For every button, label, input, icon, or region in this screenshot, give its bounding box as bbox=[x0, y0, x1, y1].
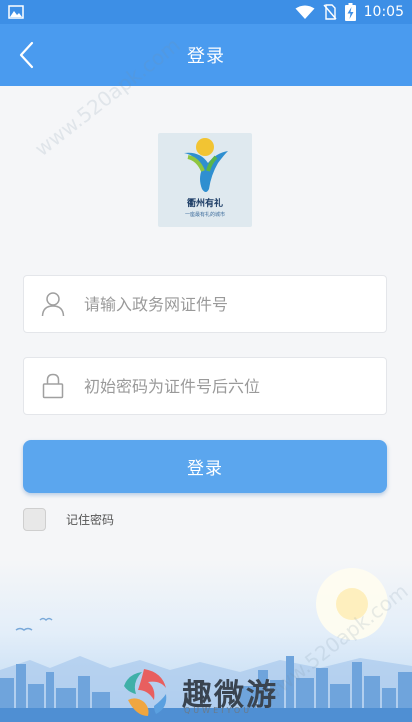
wifi-icon bbox=[295, 5, 315, 19]
username-input[interactable] bbox=[84, 294, 364, 314]
user-icon bbox=[41, 292, 65, 317]
lock-icon-wrap bbox=[24, 358, 82, 414]
user-icon-wrap bbox=[24, 276, 82, 332]
status-bar: 10:05 bbox=[0, 0, 412, 24]
brand-mark-icon bbox=[124, 669, 167, 716]
back-button[interactable] bbox=[8, 36, 44, 74]
status-time: 10:05 bbox=[363, 4, 404, 20]
status-left bbox=[8, 5, 24, 19]
remember-checkbox[interactable] bbox=[23, 508, 46, 531]
remember-label: 记住密码 bbox=[66, 513, 115, 527]
page-title: 登录 bbox=[187, 46, 225, 67]
battery-charging-icon bbox=[344, 3, 356, 21]
app-logo: 衢州有礼 一座最有礼的城市 bbox=[158, 133, 252, 227]
app-bar: 登录 bbox=[0, 24, 412, 86]
chevron-left-icon bbox=[19, 41, 34, 69]
brand-subtitle: QUWEIYOU bbox=[184, 706, 253, 715]
gallery-notification-icon bbox=[8, 5, 24, 19]
lock-icon bbox=[42, 373, 64, 399]
login-button[interactable]: 登录 bbox=[23, 440, 387, 493]
logo-tagline: 一座最有礼的城市 bbox=[184, 212, 225, 218]
logo-name: 衢州有礼 bbox=[186, 199, 223, 209]
username-field[interactable] bbox=[23, 275, 387, 333]
password-input[interactable] bbox=[84, 376, 364, 396]
remember-password: 记住密码 bbox=[23, 508, 114, 531]
no-sim-icon bbox=[323, 4, 337, 20]
password-field[interactable] bbox=[23, 357, 387, 415]
status-right: 10:05 bbox=[295, 3, 404, 21]
logo-emblem-icon bbox=[184, 138, 228, 192]
